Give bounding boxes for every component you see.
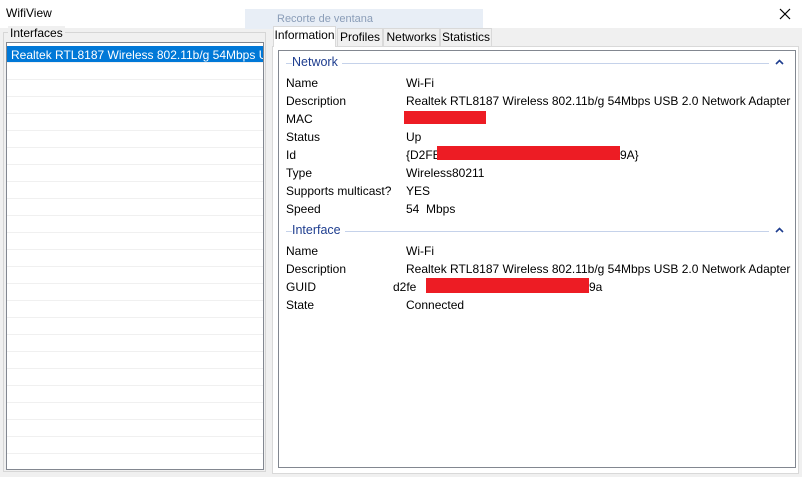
empty-list-row — [7, 267, 263, 284]
empty-list-row — [7, 454, 263, 469]
empty-list-row — [7, 148, 263, 165]
network-type-label: Type — [286, 166, 313, 180]
tab-information-label: Information — [274, 28, 335, 42]
empty-list-row — [7, 352, 263, 369]
network-section-divider — [286, 63, 769, 64]
window-title: WifiView — [6, 6, 52, 20]
empty-list-row — [7, 369, 263, 386]
interface-state-value: Connected — [406, 298, 465, 312]
empty-list-row — [7, 284, 263, 301]
interface-description-value: Realtek RTL8187 Wireless 802.11b/g 54Mbp… — [406, 262, 791, 276]
interface-section-divider — [286, 231, 769, 232]
empty-list-row — [7, 80, 263, 97]
network-id-label: Id — [286, 148, 297, 162]
mac-redaction — [404, 111, 486, 124]
network-mac-label: MAC — [286, 112, 313, 126]
tab-networks-label: Networks — [386, 30, 437, 44]
interfaces-group-label: Interfaces — [8, 26, 65, 40]
tab-profiles-label: Profiles — [339, 30, 380, 44]
empty-list-row — [7, 250, 263, 267]
empty-list-row — [7, 97, 263, 114]
network-status-label: Status — [286, 130, 321, 144]
empty-list-row — [7, 216, 263, 233]
interface-description-label: Description — [286, 262, 347, 276]
empty-list-row — [7, 233, 263, 250]
network-multicast-value: YES — [406, 184, 431, 198]
network-description-value: Realtek RTL8187 Wireless 802.11b/g 54Mbp… — [406, 94, 791, 108]
empty-list-row — [7, 318, 263, 335]
interfaces-list[interactable]: Realtek RTL8187 Wireless 802.11b/g 54Mbp… — [6, 42, 264, 470]
interface-list-item[interactable]: Realtek RTL8187 Wireless 802.11b/g 54Mbp… — [7, 46, 263, 63]
empty-list-row — [7, 335, 263, 352]
empty-list-row — [7, 199, 263, 216]
network-type-value: Wireless80211 — [406, 166, 485, 180]
interface-guid-label: GUID — [286, 280, 316, 294]
network-section-title: Network — [292, 55, 342, 69]
tab-information[interactable]: Information — [273, 26, 336, 47]
network-speed-label: Speed — [286, 202, 321, 216]
id-redaction — [437, 146, 620, 160]
empty-list-row — [7, 437, 263, 454]
network-name-label: Name — [286, 76, 319, 90]
interface-name-label: Name — [286, 244, 319, 258]
empty-list-row — [7, 114, 263, 131]
empty-list-row — [7, 386, 263, 403]
empty-list-row — [7, 182, 263, 199]
interface-guid-prefix: d2fe — [393, 280, 417, 294]
network-status-value: Up — [406, 130, 422, 144]
interface-state-label: State — [286, 298, 315, 312]
guid-redaction — [426, 278, 589, 293]
interface-list-item-label: Realtek RTL8187 Wireless 802.11b/g 54Mbp… — [11, 48, 264, 62]
empty-list-row — [7, 420, 263, 437]
tab-statistics[interactable]: Statistics — [440, 28, 492, 46]
tab-networks[interactable]: Networks — [383, 28, 440, 46]
empty-list-row — [7, 63, 263, 80]
network-id-prefix: {D2FE — [406, 148, 441, 162]
network-name-value: Wi-Fi — [406, 76, 434, 90]
network-speed-value: 54 Mbps — [406, 202, 456, 216]
collapse-interface-icon[interactable] — [775, 227, 784, 233]
empty-list-row — [7, 165, 263, 182]
tab-profiles[interactable]: Profiles — [337, 28, 383, 46]
collapse-network-icon[interactable] — [775, 59, 784, 65]
interface-section-title: Interface — [292, 223, 345, 237]
network-description-label: Description — [286, 94, 347, 108]
network-multicast-label: Supports multicast? — [286, 184, 392, 198]
close-icon — [779, 8, 791, 20]
details-view — [278, 50, 796, 468]
network-id-suffix: 9A} — [620, 148, 639, 162]
interface-guid-suffix: 9a — [589, 280, 603, 294]
close-button[interactable] — [776, 5, 794, 23]
empty-list-row — [7, 131, 263, 148]
empty-list-row — [7, 301, 263, 318]
tab-statistics-label: Statistics — [441, 30, 490, 44]
interface-name-value: Wi-Fi — [406, 244, 434, 258]
empty-list-row — [7, 403, 263, 420]
